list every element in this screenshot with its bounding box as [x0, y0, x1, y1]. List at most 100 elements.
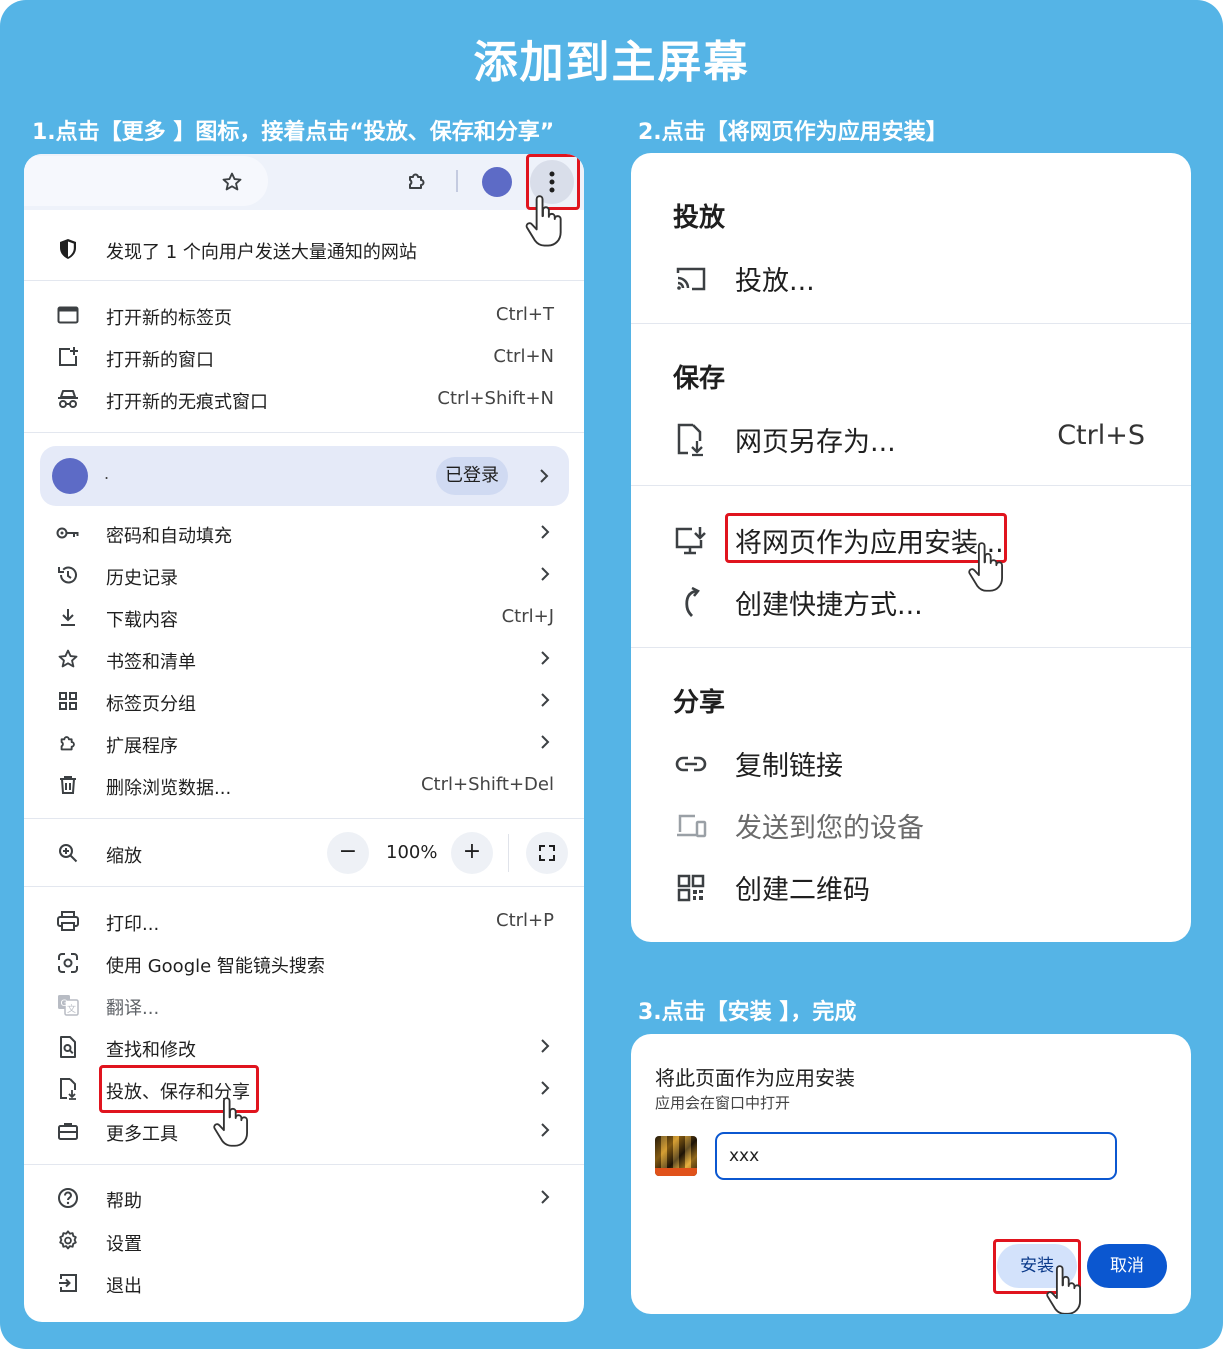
menu-item-history[interactable]: 历史记录	[24, 554, 584, 596]
install-app-dialog: 将此页面作为应用安装 应用会在窗口中打开 xxx 安装 取消	[631, 1034, 1191, 1314]
menu-item-clear-data[interactable]: 删除浏览数据... Ctrl+Shift+Del	[24, 764, 584, 806]
trash-icon	[56, 773, 80, 797]
app-name-input[interactable]: xxx	[715, 1132, 1117, 1180]
menu-item-new-tab[interactable]: 打开新的标签页 Ctrl+T	[24, 294, 584, 336]
copy-link-label: 复制链接	[735, 751, 843, 782]
menu-item-new-window[interactable]: 打开新的窗口 Ctrl+N	[24, 336, 584, 378]
menu-item-extensions[interactable]: 扩展程序	[24, 722, 584, 764]
tab-groups-icon	[56, 689, 80, 713]
downloads-label: 下载内容	[106, 610, 178, 631]
extensions-puzzle-icon[interactable]	[404, 168, 430, 194]
menu-item-find[interactable]: 查找和修改	[24, 1026, 584, 1068]
app-icon	[655, 1136, 697, 1176]
exit-icon	[56, 1271, 80, 1295]
save-page-icon	[673, 423, 709, 457]
menu-item-help[interactable]: 帮助	[24, 1177, 584, 1219]
chevron-right-icon	[541, 567, 550, 581]
menu-divider	[24, 432, 584, 433]
new-tab-shortcut: Ctrl+T	[495, 304, 554, 325]
zoom-separator	[508, 834, 509, 872]
translate-label: 翻译...	[106, 998, 160, 1019]
menu-divider	[24, 280, 584, 281]
menu-item-bookmarks[interactable]: 书签和清单	[24, 638, 584, 680]
app-name-value: xxx	[729, 1146, 760, 1166]
menu-item-settings[interactable]: 设置	[24, 1220, 584, 1262]
chevron-right-icon	[541, 1123, 550, 1137]
share-heading: 分享	[673, 688, 726, 718]
qr-code-label: 创建二维码	[735, 875, 870, 906]
submenu-item-qr-code[interactable]: 创建二维码	[631, 862, 1191, 912]
help-label: 帮助	[106, 1191, 142, 1212]
menu-notice-row[interactable]: 发现了 1 个向用户发送大量通知的网站	[24, 228, 584, 270]
menu-item-lens[interactable]: 使用 Google 智能镜头搜索	[24, 942, 584, 984]
step-1-caption: 1.点击【更多 】图标，接着点击“投放、保存和分享”	[32, 120, 555, 145]
profile-avatar[interactable]	[482, 167, 512, 197]
address-bar[interactable]	[24, 156, 268, 206]
submenu-item-copy-link[interactable]: 复制链接	[631, 738, 1191, 788]
submenu-item-save-as[interactable]: 网页另存为... Ctrl+S	[631, 414, 1191, 464]
profile-row-avatar	[52, 458, 88, 494]
chevron-right-icon	[541, 693, 550, 707]
devices-icon	[673, 810, 709, 842]
zoom-icon	[56, 841, 80, 865]
fullscreen-button[interactable]	[526, 832, 568, 874]
cast-icon	[673, 263, 709, 295]
chevron-right-icon	[541, 1190, 550, 1204]
chevron-right-icon	[541, 525, 550, 539]
notice-text: 发现了 1 个向用户发送大量通知的网站	[106, 242, 417, 263]
save-heading: 保存	[673, 364, 726, 394]
submenu-divider	[631, 647, 1191, 648]
new-tab-label: 打开新的标签页	[106, 308, 232, 329]
cast-heading: 投放	[673, 203, 726, 233]
zoom-in-button[interactable]: +	[451, 832, 493, 874]
hand-pointer-icon	[1046, 1265, 1081, 1314]
zoom-out-button[interactable]: −	[327, 832, 369, 874]
submenu-item-create-shortcut[interactable]: 创建快捷方式...	[631, 577, 1191, 627]
incognito-shortcut: Ctrl+Shift+N	[437, 388, 554, 409]
menu-item-incognito[interactable]: 打开新的无痕式窗口 Ctrl+Shift+N	[24, 378, 584, 420]
menu-divider	[24, 1164, 584, 1165]
cancel-button[interactable]: 取消	[1087, 1244, 1167, 1288]
browser-toolbar	[24, 154, 584, 210]
fullscreen-icon	[539, 845, 555, 861]
chevron-right-icon	[541, 1081, 550, 1095]
chevron-right-icon	[540, 469, 549, 483]
svg-text:文: 文	[67, 1003, 76, 1015]
chevron-right-icon	[541, 651, 550, 665]
qr-code-icon	[673, 872, 709, 904]
menu-item-tab-groups[interactable]: 标签页分组	[24, 680, 584, 722]
toolbar-separator	[456, 170, 458, 192]
menu-item-more-tools[interactable]: 更多工具	[24, 1110, 584, 1152]
clear-data-shortcut: Ctrl+Shift+Del	[420, 774, 554, 795]
exit-label: 退出	[106, 1276, 142, 1297]
menu-item-zoom: 缩放	[24, 832, 584, 874]
menu-item-print[interactable]: 打印... Ctrl+P	[24, 900, 584, 942]
cast-label: 投放...	[735, 266, 815, 297]
more-tools-label: 更多工具	[106, 1124, 178, 1145]
dialog-subtitle: 应用会在窗口中打开	[655, 1094, 791, 1112]
chevron-right-icon	[541, 735, 550, 749]
save-as-shortcut: Ctrl+S	[1057, 420, 1145, 451]
new-tab-icon	[56, 303, 80, 327]
bookmark-star-icon[interactable]	[220, 170, 244, 194]
print-label: 打印...	[106, 914, 160, 935]
incognito-label: 打开新的无痕式窗口	[106, 392, 268, 413]
menu-item-translate[interactable]: G文 翻译...	[24, 984, 584, 1026]
signed-in-badge: 已登录	[436, 457, 508, 495]
submenu-item-send-devices[interactable]: 发送到您的设备	[631, 800, 1191, 850]
lens-label: 使用 Google 智能镜头搜索	[106, 956, 325, 977]
passwords-label: 密码和自动填充	[106, 526, 232, 547]
cast-save-share-submenu: 投放 投放... 保存 网页另存为... Ctrl+S 将网页作为应用安装...	[631, 153, 1191, 942]
submenu-item-cast[interactable]: 投放...	[631, 253, 1191, 303]
save-share-icon	[56, 1077, 80, 1101]
download-icon	[56, 605, 80, 629]
profile-row[interactable]: . 已登录	[40, 446, 569, 506]
menu-item-exit[interactable]: 退出	[24, 1262, 584, 1304]
menu-item-passwords[interactable]: 密码和自动填充	[24, 512, 584, 554]
clear-data-label: 删除浏览数据...	[106, 778, 232, 799]
submenu-divider	[631, 485, 1191, 486]
zoom-label: 缩放	[106, 846, 142, 867]
toolbox-icon	[56, 1119, 80, 1143]
history-label: 历史记录	[106, 568, 178, 589]
menu-item-downloads[interactable]: 下载内容 Ctrl+J	[24, 596, 584, 638]
